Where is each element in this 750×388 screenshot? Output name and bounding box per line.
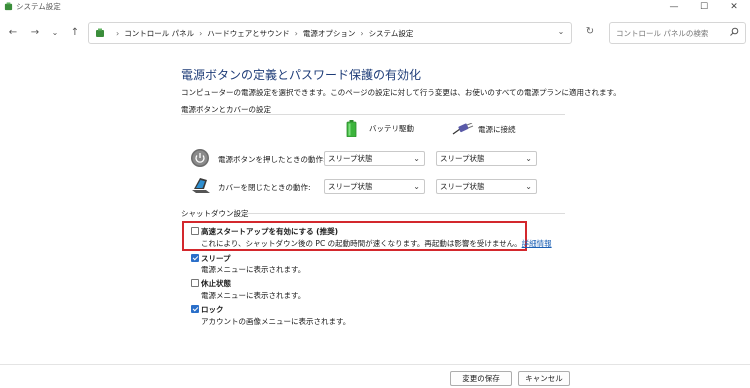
section-divider	[181, 114, 565, 115]
breadcrumb-system-settings[interactable]: システム設定	[369, 28, 414, 39]
chevron-right-icon: ›	[294, 29, 298, 38]
lid-close-label: カバーを閉じたときの動作:	[218, 183, 311, 192]
save-button[interactable]: 変更の保存	[450, 371, 512, 386]
power-button-plugged-select[interactable]: スリープ状態 ⌄	[436, 151, 537, 166]
fast-startup-description: これにより、シャットダウン後の PC の起動時間が速くなります。再起動は影響を受…	[201, 238, 552, 249]
lock-label: ロック	[201, 305, 224, 314]
chevron-right-icon: ›	[360, 29, 364, 38]
fast-startup-label: 高速スタートアップを有効にする (推奨)	[201, 227, 339, 236]
control-panel-icon	[96, 28, 104, 37]
search-icon	[730, 27, 739, 36]
select-value: スリープ状態	[328, 154, 373, 163]
battery-icon	[346, 120, 357, 137]
address-bar[interactable]: › コントロール パネル › ハードウェアとサウンド › 電源オプション › シ…	[88, 22, 572, 44]
sleep-checkbox[interactable]	[191, 254, 199, 262]
navigation-bar: ← → ⌄ ↑ › コントロール パネル › ハードウェアとサウンド › 電源オ…	[0, 18, 750, 48]
laptop-lid-icon	[192, 178, 210, 193]
section-divider	[242, 213, 565, 214]
hibernate-label: 休止状態	[201, 279, 231, 288]
maximize-button[interactable]: ☐	[690, 0, 718, 13]
minimize-button[interactable]: —	[660, 0, 688, 13]
breadcrumb-power-options[interactable]: 電源オプション	[303, 28, 356, 39]
power-plug-icon	[452, 123, 474, 135]
recent-chevron-icon[interactable]: ⌄	[48, 25, 62, 39]
battery-column-label: バッテリ駆動	[369, 124, 414, 133]
back-icon[interactable]: ←	[6, 25, 20, 39]
sleep-label: スリープ	[201, 254, 231, 263]
refresh-icon[interactable]: ↻	[583, 26, 597, 40]
power-button-battery-select[interactable]: スリープ状態 ⌄	[324, 151, 425, 166]
power-button-icon	[191, 149, 209, 167]
plugged-column-label: 電源に接続	[478, 124, 516, 134]
search-box[interactable]: コントロール パネルの検索	[609, 22, 746, 44]
lock-description: アカウントの画像メニューに表示されます。	[201, 317, 351, 326]
shutdown-section-label: シャットダウン設定	[181, 209, 249, 218]
page-title: 電源ボタンの定義とパスワード保護の有効化	[181, 68, 422, 82]
select-value: スリープ状態	[440, 182, 485, 191]
sleep-description: 電源メニューに表示されます。	[201, 265, 306, 274]
window-title: システム設定	[16, 2, 61, 11]
cancel-button[interactable]: キャンセル	[518, 371, 570, 386]
chevron-right-icon: ›	[116, 29, 120, 38]
fast-startup-desc-text: これにより、シャットダウン後の PC の起動時間が速くなります。再起動は影響を受…	[201, 239, 522, 248]
footer-divider	[0, 364, 750, 365]
chevron-down-icon: ⌄	[525, 182, 532, 191]
lid-close-battery-select[interactable]: スリープ状態 ⌄	[324, 179, 425, 194]
hibernate-description: 電源メニューに表示されます。	[201, 291, 306, 300]
power-button-label: 電源ボタンを押したときの動作:	[218, 155, 326, 164]
hibernate-checkbox[interactable]	[191, 279, 199, 287]
forward-icon[interactable]: →	[28, 25, 42, 39]
chevron-down-icon: ⌄	[413, 182, 420, 191]
breadcrumb: › コントロール パネル › ハードウェアとサウンド › 電源オプション › シ…	[111, 28, 413, 39]
select-value: スリープ状態	[328, 182, 373, 191]
chevron-right-icon: ›	[199, 29, 203, 38]
lid-close-plugged-select[interactable]: スリープ状態 ⌄	[436, 179, 537, 194]
chevron-down-icon: ⌄	[525, 154, 532, 163]
control-panel-icon	[4, 2, 13, 11]
up-icon[interactable]: ↑	[68, 25, 82, 39]
more-info-link[interactable]: 詳細情報	[522, 239, 552, 248]
plugged-column-header: 電源に接続	[452, 123, 516, 135]
select-value: スリープ状態	[440, 154, 485, 163]
breadcrumb-hardware-sound[interactable]: ハードウェアとサウンド	[207, 28, 289, 39]
breadcrumb-control-panel[interactable]: コントロール パネル	[124, 28, 194, 39]
address-dropdown-icon[interactable]: ⌄	[555, 27, 567, 39]
title-bar: システム設定 — ☐ ✕	[0, 0, 750, 13]
chevron-down-icon: ⌄	[413, 154, 420, 163]
page-description: コンピューターの電源設定を選択できます。このページの設定に対して行う変更は、お使…	[181, 88, 621, 97]
lock-checkbox[interactable]	[191, 305, 199, 313]
fast-startup-checkbox[interactable]	[191, 227, 199, 235]
battery-column-header: バッテリ駆動	[346, 120, 414, 137]
close-button[interactable]: ✕	[720, 0, 748, 13]
search-input[interactable]: コントロール パネルの検索	[616, 28, 708, 39]
